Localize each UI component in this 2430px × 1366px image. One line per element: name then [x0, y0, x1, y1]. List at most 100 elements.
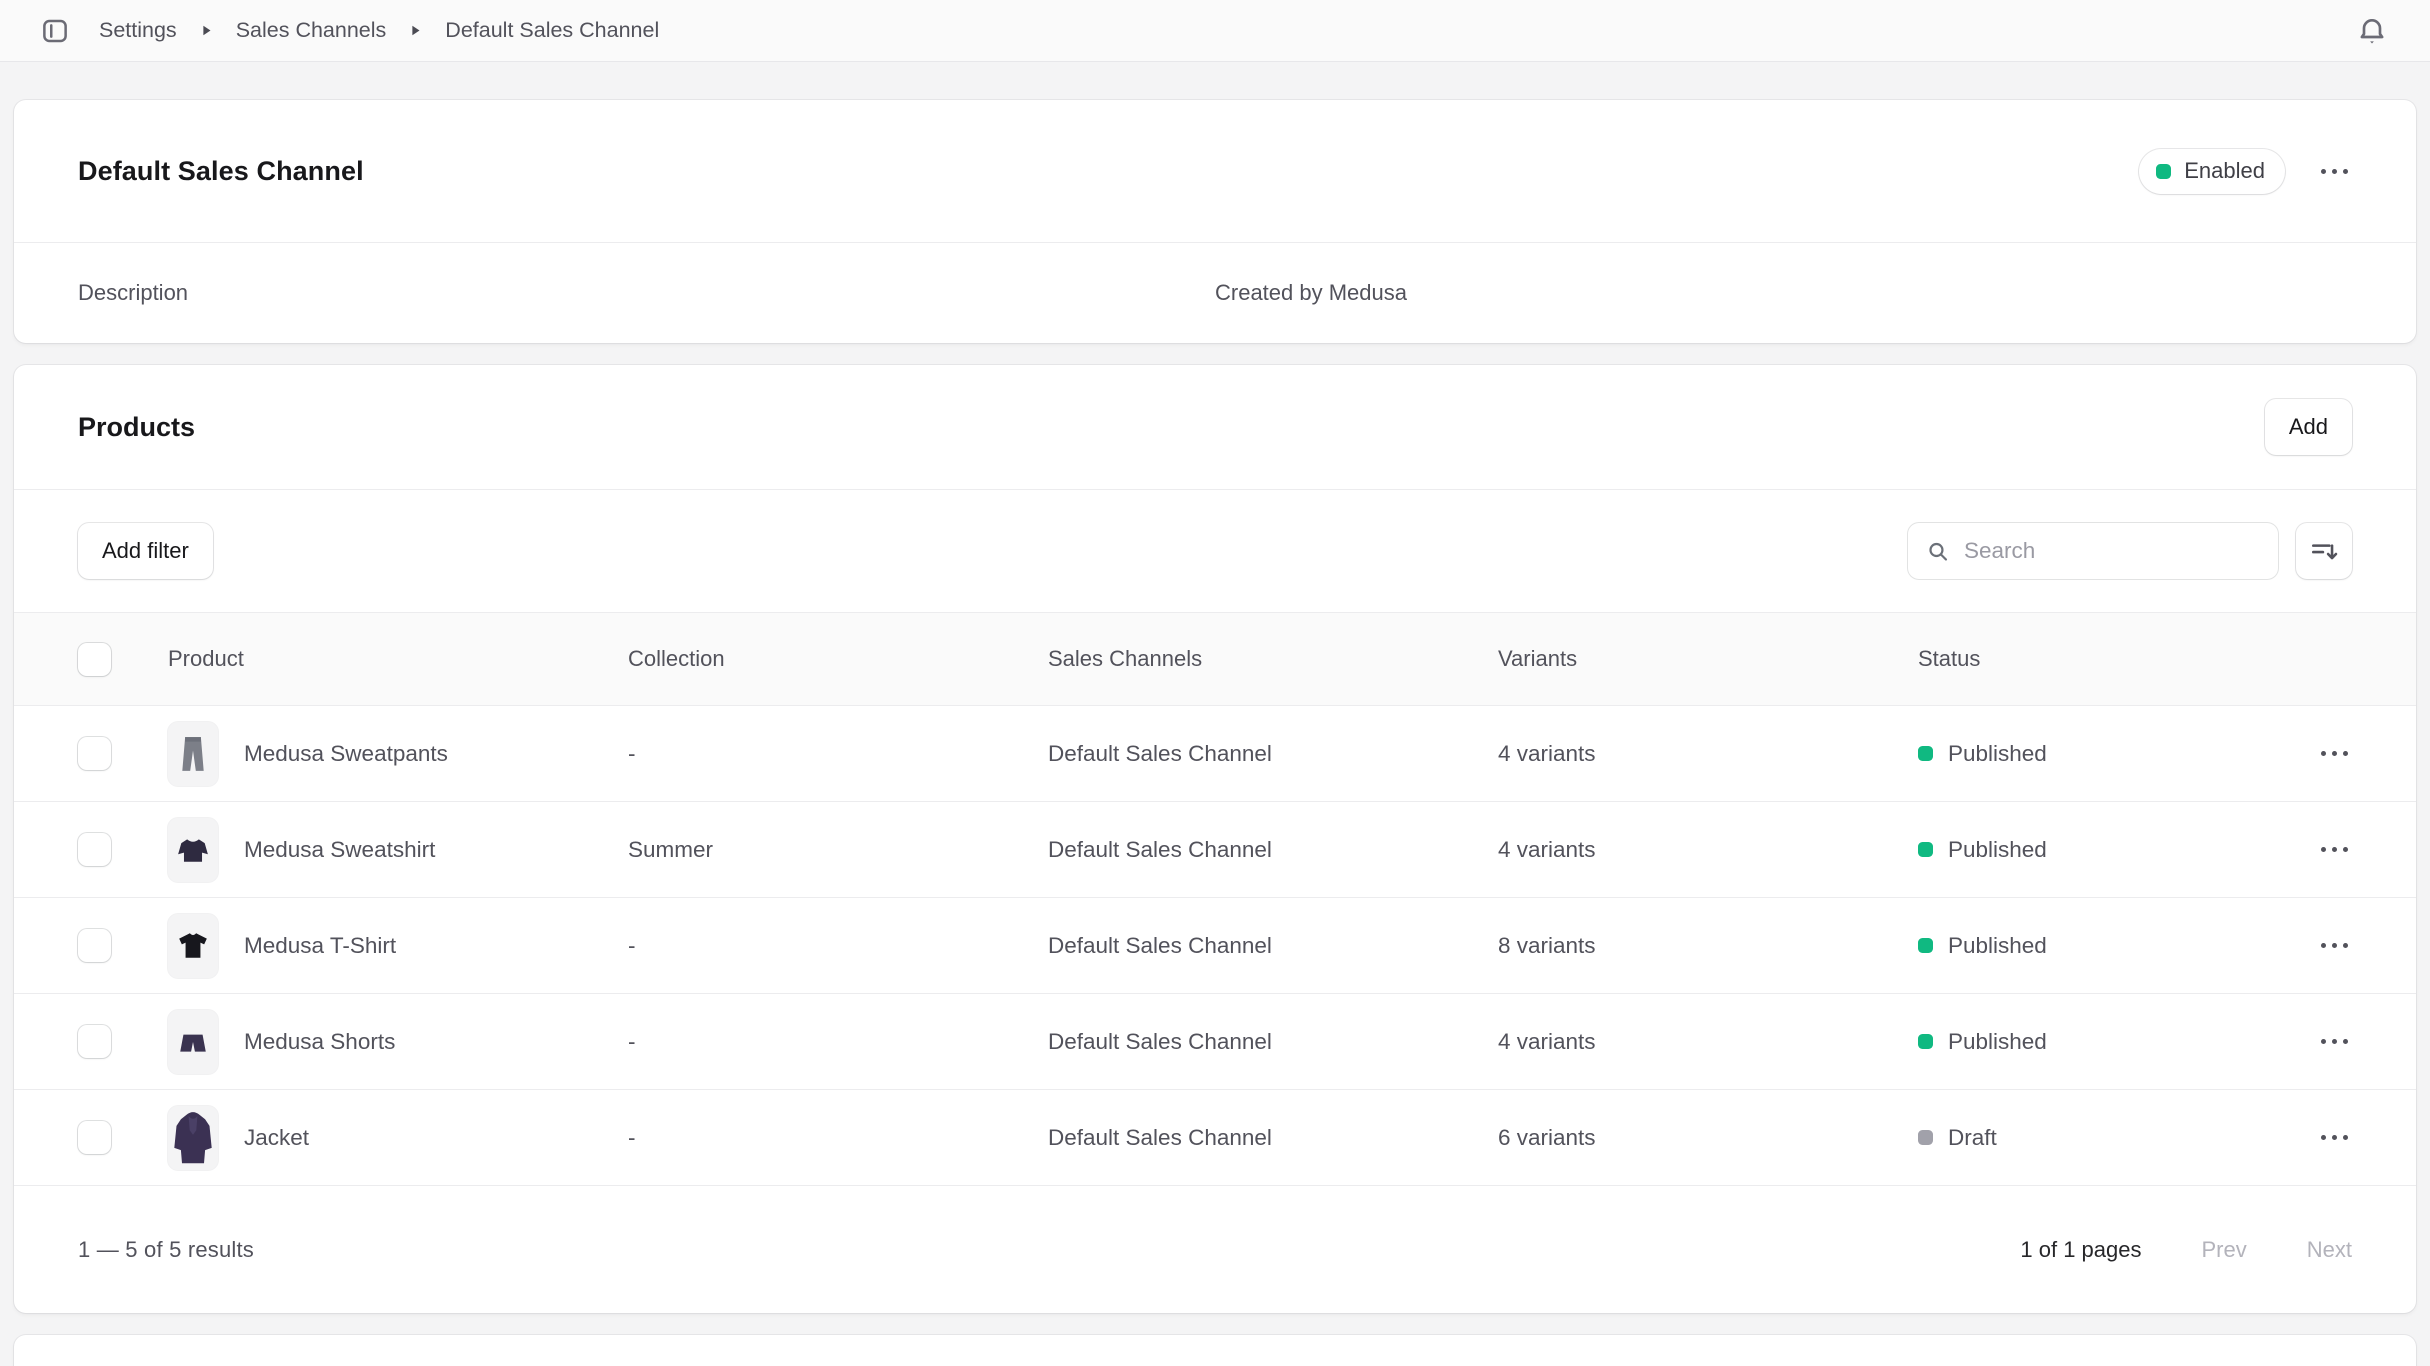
sweatshirt-icon — [176, 833, 210, 867]
table-row[interactable]: Medusa Sweatshirt Summer Default Sales C… — [14, 802, 2416, 898]
products-title: Products — [78, 412, 195, 443]
products-header: Products Add — [14, 365, 2416, 489]
bell-icon — [2356, 15, 2388, 47]
column-header-variants: Variants — [1498, 646, 1918, 672]
variants-cell: 6 variants — [1498, 1125, 1918, 1151]
column-header-product: Product — [168, 646, 628, 672]
table-header-row: Product Collection Sales Channels Varian… — [14, 612, 2416, 706]
variants-cell: 8 variants — [1498, 933, 1918, 959]
column-header-sales-channels: Sales Channels — [1048, 646, 1498, 672]
notifications-button[interactable] — [2350, 9, 2394, 53]
sort-descending-icon — [2309, 536, 2339, 566]
row-checkbox[interactable] — [78, 929, 111, 962]
product-thumbnail — [168, 914, 218, 978]
description-row: Description Created by Medusa — [14, 243, 2416, 343]
row-menu-button[interactable] — [2317, 1029, 2352, 1054]
table-body: Medusa Sweatpants - Default Sales Channe… — [14, 706, 2416, 1186]
description-label: Description — [14, 280, 1215, 306]
product-thumbnail — [168, 722, 218, 786]
sales-channels-cell: Default Sales Channel — [1048, 1125, 1498, 1151]
sales-channels-cell: Default Sales Channel — [1048, 741, 1498, 767]
product-name: Medusa T-Shirt — [244, 933, 396, 959]
page-title: Default Sales Channel — [78, 156, 364, 187]
status-dot-icon — [1918, 1034, 1933, 1049]
channel-title-actions: Enabled — [2139, 149, 2352, 194]
collection-cell: - — [628, 1125, 1048, 1151]
select-all-checkbox[interactable] — [78, 643, 111, 676]
status-badge: Enabled — [2139, 149, 2285, 194]
add-products-button[interactable]: Add — [2265, 399, 2352, 455]
product-name: Jacket — [244, 1125, 309, 1151]
row-checkbox[interactable] — [78, 833, 111, 866]
status-dot-icon — [1918, 1130, 1933, 1145]
status-cell: Published — [1918, 933, 2296, 959]
row-menu-button[interactable] — [2317, 741, 2352, 766]
table-row[interactable]: Jacket - Default Sales Channel 6 variant… — [14, 1090, 2416, 1186]
sales-channels-cell: Default Sales Channel — [1048, 933, 1498, 959]
row-checkbox[interactable] — [78, 1121, 111, 1154]
next-page-button[interactable]: Next — [2307, 1237, 2352, 1263]
row-checkbox[interactable] — [78, 1025, 111, 1058]
product-name: Medusa Shorts — [244, 1029, 395, 1055]
jacket-icon — [171, 1108, 215, 1168]
results-count: 1 — 5 of 5 results — [78, 1237, 254, 1263]
row-checkbox[interactable] — [78, 737, 111, 770]
product-cell: Medusa Sweatshirt — [168, 818, 628, 882]
sales-channels-cell: Default Sales Channel — [1048, 837, 1498, 863]
status-dot-icon — [1918, 746, 1933, 761]
breadcrumb-default-sales-channel[interactable]: Default Sales Channel — [445, 18, 659, 43]
channel-title-row: Default Sales Channel Enabled — [14, 100, 2416, 242]
search-icon — [1926, 538, 1950, 565]
table-row[interactable]: Medusa T-Shirt - Default Sales Channel 8… — [14, 898, 2416, 994]
sales-channel-page: Settings Sales Channels Default Sales Ch… — [0, 0, 2430, 1366]
sort-button[interactable] — [2296, 523, 2352, 579]
product-cell: Medusa Shorts — [168, 1010, 628, 1074]
page-indicator: 1 of 1 pages — [2020, 1237, 2141, 1263]
description-value: Created by Medusa — [1215, 280, 2416, 306]
collection-cell: - — [628, 1029, 1048, 1055]
product-cell: Medusa Sweatpants — [168, 722, 628, 786]
prev-page-button[interactable]: Prev — [2202, 1237, 2247, 1263]
enabled-dot-icon — [2156, 164, 2171, 179]
search-box[interactable] — [1908, 523, 2278, 579]
search-input[interactable] — [1964, 538, 2260, 564]
status-label: Published — [1948, 933, 2047, 959]
breadcrumb-sales-channels[interactable]: Sales Channels — [236, 18, 387, 43]
add-filter-button[interactable]: Add filter — [78, 523, 213, 579]
sales-channels-cell: Default Sales Channel — [1048, 1029, 1498, 1055]
product-thumbnail — [168, 1106, 218, 1170]
row-menu-button[interactable] — [2317, 933, 2352, 958]
status-label: Published — [1948, 741, 2047, 767]
product-thumbnail — [168, 1010, 218, 1074]
product-thumbnail — [168, 818, 218, 882]
collection-cell: - — [628, 741, 1048, 767]
breadcrumb-settings[interactable]: Settings — [99, 18, 177, 43]
status-dot-icon — [1918, 938, 1933, 953]
table-footer: 1 — 5 of 5 results 1 of 1 pages Prev Nex… — [14, 1186, 2416, 1313]
sweatpants-icon — [175, 730, 211, 778]
table-row[interactable]: Medusa Sweatpants - Default Sales Channe… — [14, 706, 2416, 802]
topbar: Settings Sales Channels Default Sales Ch… — [0, 0, 2430, 62]
status-label: Published — [1948, 837, 2047, 863]
table-row[interactable]: Medusa Shorts - Default Sales Channel 4 … — [14, 994, 2416, 1090]
product-name: Medusa Sweatshirt — [244, 837, 435, 863]
pagination: 1 of 1 pages Prev Next — [2020, 1237, 2352, 1263]
row-menu-button[interactable] — [2317, 837, 2352, 862]
status-cell: Draft — [1918, 1125, 2296, 1151]
products-card: Products Add Add filter Product Collec — [14, 365, 2416, 1313]
collection-cell: Summer — [628, 837, 1048, 863]
sidebar-toggle-button[interactable] — [33, 9, 77, 53]
chevron-right-icon — [199, 23, 214, 38]
product-cell: Medusa T-Shirt — [168, 914, 628, 978]
filter-toolbar: Add filter — [14, 490, 2416, 612]
row-menu-button[interactable] — [2317, 1125, 2352, 1150]
status-label: Published — [1948, 1029, 2047, 1055]
next-section-card — [14, 1335, 2416, 1366]
status-dot-icon — [1918, 842, 1933, 857]
status-cell: Published — [1918, 837, 2296, 863]
variants-cell: 4 variants — [1498, 741, 1918, 767]
panel-left-icon — [40, 16, 70, 46]
column-header-status: Status — [1918, 646, 2296, 672]
channel-menu-button[interactable] — [2317, 159, 2352, 184]
tshirt-icon — [176, 929, 210, 963]
